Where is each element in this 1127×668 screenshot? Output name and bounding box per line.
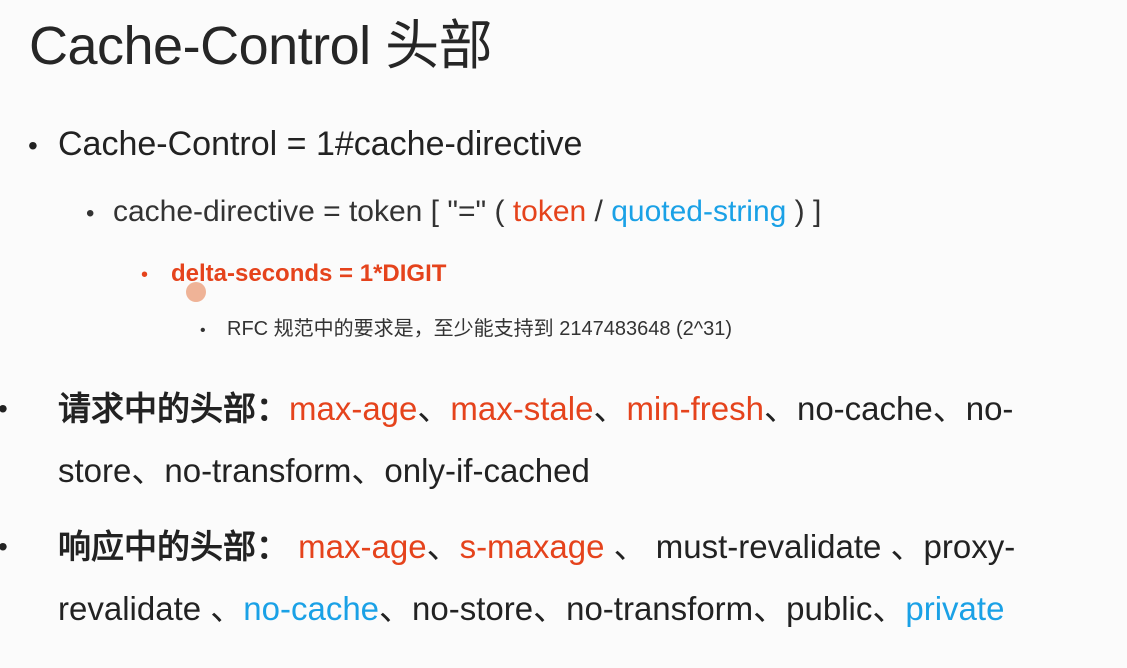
cache-directive-suffix: ) ] xyxy=(786,195,822,228)
bullet-dot: • xyxy=(141,264,149,286)
cache-directive-prefix: cache-directive = token [ "=" ( xyxy=(113,195,513,228)
response-header-item-4: no-cache xyxy=(243,590,380,627)
bullet-request-headers: •请求中的头部：max-age、max-stale、min-fresh、no-c… xyxy=(0,378,1118,502)
separator-text: / xyxy=(586,195,612,228)
bullet-rfc-note: • RFC 规范中的要求是，至少能支持到 2147483648 (2^31) xyxy=(200,313,732,347)
response-headers-label: 响应中的头部： xyxy=(58,528,289,565)
request-header-item-1: 、 xyxy=(417,390,451,427)
delta-seconds-text: delta-seconds = 1*DIGIT xyxy=(171,260,447,287)
bullet-response-headers: •响应中的头部： max-age、s-maxage 、 must-revalid… xyxy=(0,516,1118,640)
bullet-cache-control-grammar: • Cache-Control = 1#cache-directive xyxy=(28,120,582,170)
token-text: token xyxy=(512,195,587,228)
bullet-cache-directive: • cache-directive = token [ "=" ( token … xyxy=(86,190,821,236)
response-header-item-6: private xyxy=(905,590,1005,627)
request-headers-label: 请求中的头部： xyxy=(58,390,289,427)
bullet-dot: • xyxy=(200,322,206,339)
request-header-item-0: max-age xyxy=(289,390,418,427)
slide-title: Cache-Control 头部 xyxy=(29,16,493,76)
response-header-item-2: s-maxage xyxy=(459,528,605,565)
response-header-item-0: max-age xyxy=(289,528,427,565)
bullet-dot: • xyxy=(86,200,95,227)
quoted-string-text: quoted-string xyxy=(611,195,787,228)
bullet-dot: • xyxy=(28,130,38,161)
slide: Cache-Control 头部 • Cache-Control = 1#cac… xyxy=(0,0,1127,668)
mouse-pointer-highlight xyxy=(186,282,206,302)
response-header-item-5: 、no-store、no-transform、public、 xyxy=(379,590,906,627)
response-header-item-1: 、 xyxy=(426,528,460,565)
bullet-dot: • xyxy=(0,378,58,440)
request-header-item-4: min-fresh xyxy=(626,390,764,427)
rfc-note-text: RFC 规范中的要求是，至少能支持到 2147483648 (2^31) xyxy=(227,318,733,340)
request-header-item-3: 、 xyxy=(593,390,627,427)
bullet-dot: • xyxy=(0,516,58,578)
request-header-item-2: max-stale xyxy=(450,390,594,427)
cache-control-grammar: Cache-Control = 1#cache-directive xyxy=(58,125,583,163)
